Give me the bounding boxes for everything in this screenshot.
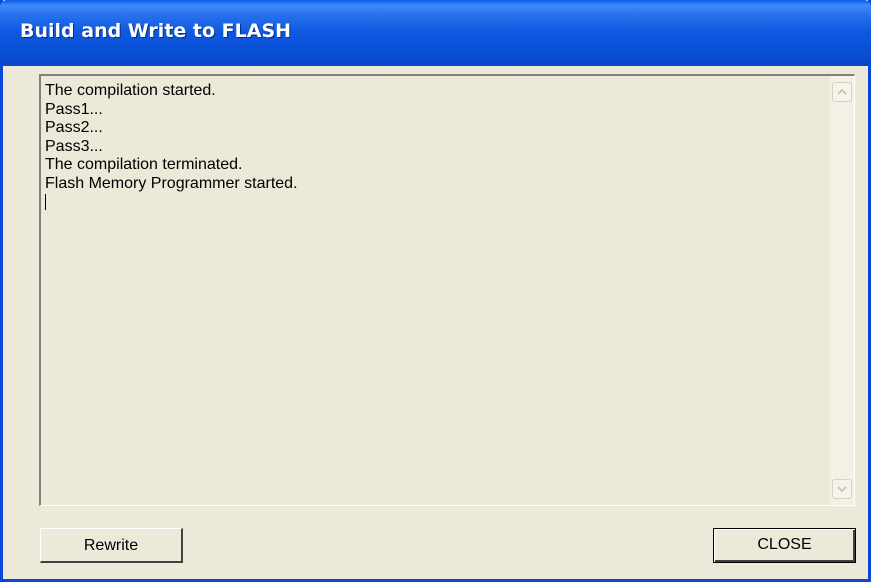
log-line: Flash Memory Programmer started. <box>45 174 298 192</box>
vertical-scrollbar[interactable] <box>830 76 854 505</box>
compilation-log[interactable]: The compilation started. Pass1... Pass2.… <box>39 74 855 506</box>
log-text: The compilation started. Pass1... Pass2.… <box>45 82 815 210</box>
log-line: The compilation terminated. <box>45 156 243 173</box>
text-caret <box>45 194 46 210</box>
window-title: Build and Write to FLASH <box>20 20 292 42</box>
scroll-down-button[interactable] <box>832 479 852 499</box>
close-button[interactable]: CLOSE <box>713 528 856 563</box>
chevron-up-icon <box>837 88 847 95</box>
log-line: Pass3... <box>45 137 103 155</box>
log-line: Pass1... <box>45 100 103 118</box>
title-bar[interactable]: Build and Write to FLASH <box>0 0 871 66</box>
build-flash-dialog: Build and Write to FLASH The compilation… <box>0 0 871 582</box>
scroll-up-button[interactable] <box>832 82 852 102</box>
chevron-down-icon <box>837 486 847 493</box>
rewrite-button[interactable]: Rewrite <box>40 528 183 563</box>
log-line: Pass2... <box>45 119 103 136</box>
log-line: The compilation started. <box>45 82 216 99</box>
